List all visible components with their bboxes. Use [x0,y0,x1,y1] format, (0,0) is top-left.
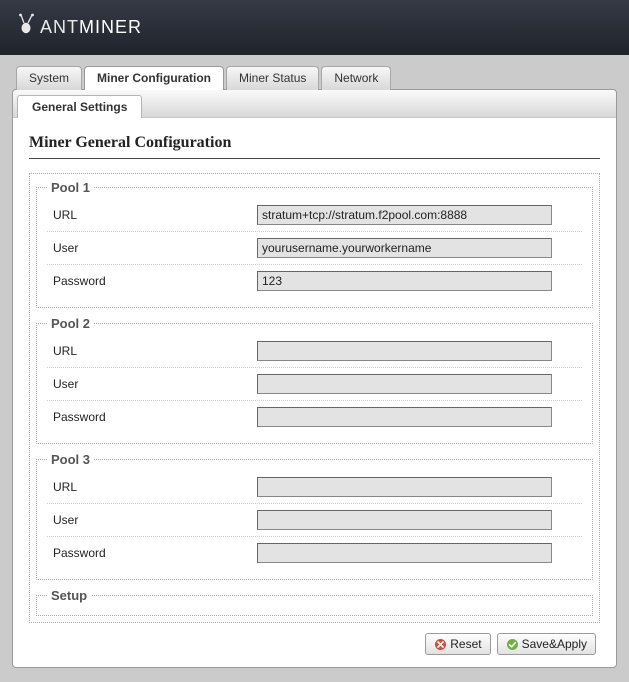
main-area: System Miner Configuration Miner Status … [0,55,629,682]
pool-1-user-label: User [47,241,257,255]
pool-1-password-row: Password [47,265,582,297]
pool-2-user-label: User [47,377,257,391]
cancel-icon [434,638,447,651]
pool-3-password-input[interactable] [257,543,552,563]
pool-3-url-input[interactable] [257,477,552,497]
subtab-strip: General Settings [13,90,616,118]
pool-3-user-input[interactable] [257,510,552,530]
main-tabs: System Miner Configuration Miner Status … [16,65,617,89]
pool-2-user-row: User [47,368,582,401]
pool-1-password-input[interactable] [257,271,552,291]
pool-1-url-input[interactable] [257,205,552,225]
pool-3-url-row: URL [47,471,582,504]
setup-legend: Setup [47,588,91,603]
ant-icon [16,13,38,43]
save-apply-label: Save&Apply [522,637,587,651]
pool-3-password-label: Password [47,546,257,560]
pool-2-password-row: Password [47,401,582,433]
pool-2-password-label: Password [47,410,257,424]
panel: General Settings Miner General Configura… [12,89,617,668]
pool-3: Pool 3 URL User Password [36,452,593,580]
tab-system[interactable]: System [16,66,82,90]
pool-1-user-row: User [47,232,582,265]
pool-2-legend: Pool 2 [47,316,94,331]
pool-1-url-row: URL [47,199,582,232]
pool-3-password-row: Password [47,537,582,569]
pool-1-legend: Pool 1 [47,180,94,195]
content: Miner General Configuration Pool 1 URL U… [13,118,616,667]
button-bar: Reset Save&Apply [29,623,600,657]
reset-button[interactable]: Reset [425,633,490,655]
check-icon [506,638,519,651]
tab-network[interactable]: Network [321,66,391,90]
brand-text: ANTMINER [40,17,142,38]
pool-1: Pool 1 URL User Password [36,180,593,308]
pool-1-password-label: Password [47,274,257,288]
setup: Setup [36,588,593,616]
form-wrapper: Pool 1 URL User Password Pool [29,173,600,623]
pool-3-url-label: URL [47,480,257,494]
pool-3-user-label: User [47,513,257,527]
pool-2: Pool 2 URL User Password [36,316,593,444]
header: ANTMINER [0,0,629,55]
pool-3-user-row: User [47,504,582,537]
logo: ANTMINER [16,13,142,43]
tab-miner-status[interactable]: Miner Status [226,66,319,90]
pool-1-user-input[interactable] [257,238,552,258]
reset-label: Reset [450,637,481,651]
pool-1-url-label: URL [47,208,257,222]
subtab-general-settings[interactable]: General Settings [17,95,142,118]
tab-miner-configuration[interactable]: Miner Configuration [84,66,224,90]
save-apply-button[interactable]: Save&Apply [497,633,596,655]
pool-2-user-input[interactable] [257,374,552,394]
pool-2-url-input[interactable] [257,341,552,361]
page-title: Miner General Configuration [29,134,600,159]
pool-2-url-label: URL [47,344,257,358]
pool-2-url-row: URL [47,335,582,368]
pool-3-legend: Pool 3 [47,452,94,467]
pool-2-password-input[interactable] [257,407,552,427]
